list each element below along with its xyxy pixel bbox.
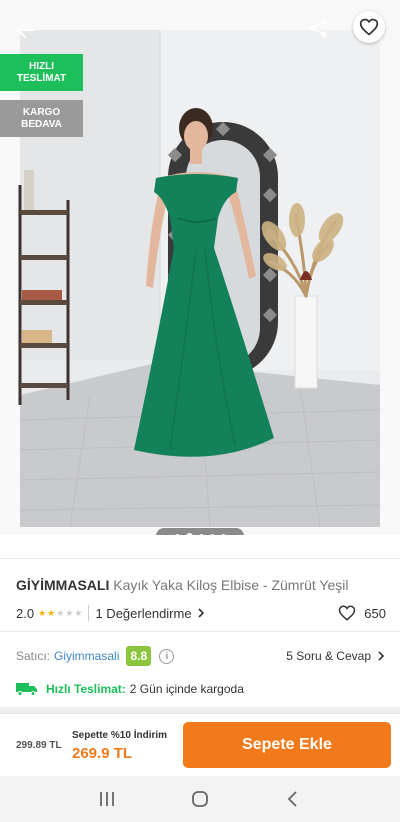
separator — [88, 605, 90, 621]
seller-name-link[interactable]: Giyimmasali — [54, 649, 119, 663]
divider — [0, 558, 400, 559]
star-empty-icon: ★ — [74, 607, 83, 618]
home-icon[interactable] — [180, 779, 220, 819]
chevron-right-icon — [378, 651, 385, 661]
product-name: Kayık Yaka Kiloş Elbise - Zümrüt Yeşil — [113, 577, 349, 593]
favorite-count[interactable]: 650 — [338, 604, 386, 622]
share-icon[interactable] — [303, 12, 335, 44]
truck-icon — [16, 683, 37, 696]
fast-delivery-label: Hızlı Teslimat: — [46, 682, 126, 696]
reviews-count[interactable]: 1 Değerlendirme — [95, 606, 191, 621]
product-title: GİYİMMASALI Kayık Yaka Kiloş Elbise - Zü… — [16, 576, 386, 594]
original-price: 299.89 TL — [16, 740, 62, 751]
brand-name[interactable]: GİYİMMASALI — [16, 577, 109, 593]
rating-row: 2.0 ★ ★ ★ ★ ★ 1 Değerlendirme 650 — [16, 603, 386, 623]
free-cargo-badge: KARGO BEDAVA — [0, 100, 83, 137]
gallery-pagination[interactable] — [156, 528, 244, 535]
product-image-gallery[interactable]: HIZLI TESLİMAT KARGO BEDAVA — [0, 0, 400, 535]
chevron-right-icon — [198, 608, 204, 618]
heart-icon — [339, 605, 356, 621]
gallery-dot[interactable] — [198, 533, 204, 535]
add-to-cart-button[interactable]: Sepete Ekle — [183, 722, 391, 768]
gallery-dot[interactable] — [209, 533, 215, 535]
back-icon[interactable] — [273, 779, 313, 819]
rating-value: 2.0 — [16, 605, 35, 621]
star-filled-icon: ★ — [38, 607, 47, 618]
back-arrow-icon[interactable] — [10, 14, 42, 46]
divider — [0, 631, 400, 632]
delivery-time: 2 Gün içinde kargoda — [129, 682, 244, 696]
seller-row: Satıcı: Giyimmasali 8.8 i 5 Soru & Cevap — [16, 645, 386, 667]
badge-line: HIZLI — [29, 60, 54, 72]
badge-line: KARGO — [22, 106, 61, 118]
favorite-count-value: 650 — [364, 605, 386, 621]
product-detail-page: HIZLI TESLİMAT KARGO BEDAVA GİYİMMASALI … — [0, 0, 400, 822]
seller-score-badge: 8.8 — [126, 646, 152, 666]
system-navigation-bar — [0, 776, 400, 822]
star-empty-icon: ★ — [65, 607, 74, 618]
rating-stars: ★ ★ ★ ★ ★ — [38, 607, 83, 618]
fast-delivery-badge: HIZLI TESLİMAT — [0, 54, 83, 91]
star-empty-icon: ★ — [56, 607, 65, 618]
reviews-link[interactable]: 1 Değerlendirme — [95, 606, 205, 621]
seller-label: Satıcı: — [16, 649, 51, 663]
discounted-price: 269.9 TL — [72, 745, 133, 762]
badge-line: TESLİMAT — [16, 72, 67, 84]
cart-discount-label: Sepette %10 İndirim — [72, 730, 168, 741]
qa-label[interactable]: 5 Soru & Cevap — [286, 649, 371, 663]
recent-apps-icon[interactable] — [87, 779, 127, 819]
gallery-dot[interactable] — [220, 533, 226, 535]
gallery-dot[interactable] — [174, 533, 180, 535]
add-to-cart-bar: 299.89 TL Sepette %10 İndirim 269.9 TL S… — [0, 713, 400, 776]
favorite-heart-icon[interactable] — [353, 11, 385, 43]
badge-line: BEDAVA — [21, 118, 62, 130]
info-icon[interactable]: i — [159, 648, 175, 664]
star-filled-icon: ★ — [47, 607, 56, 618]
gallery-dot-active[interactable] — [185, 532, 193, 535]
questions-answers-link[interactable]: 5 Soru & Cevap — [286, 649, 386, 663]
delivery-row: Hızlı Teslimat: 2 Gün içinde kargoda — [16, 679, 386, 699]
